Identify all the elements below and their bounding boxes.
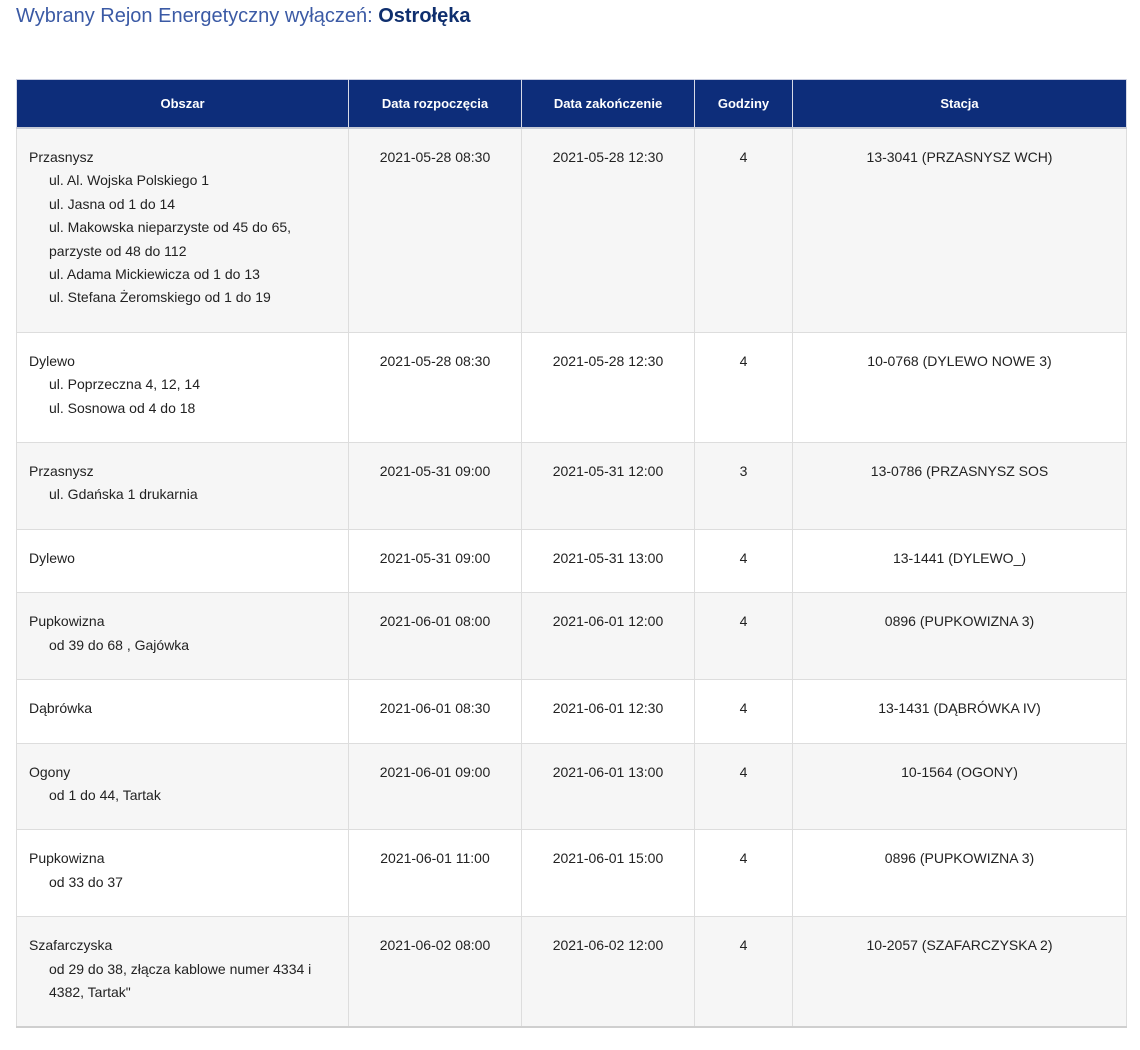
table-row: Dylewo 2021-05-31 09:00 2021-05-31 13:00 4 1… — [16, 528, 1127, 594]
column-hours-header: Godziny — [694, 79, 793, 129]
street-item: od 33 do 37 — [49, 873, 123, 890]
start-date-cell: 2021-06-01 11:00 — [348, 829, 522, 918]
street-list: od 1 do 44, Tartak — [29, 784, 336, 807]
region-label: Wybrany Rejon Energetyczny wyłączeń: — [16, 5, 373, 27]
station-cell: 0896 (PUPKOWIZNA 3) — [792, 829, 1127, 918]
column-station-header: Stacja — [792, 79, 1127, 129]
area-name: Dylewo — [29, 549, 75, 566]
street-item: ul. Al. Wojska Polskiego 1 — [49, 172, 210, 189]
area-cell: Szafarczyska od 29 do 38, złącza kablowe … — [16, 916, 349, 1029]
table-header: Obszar Data rozpoczęcia Data zakończenie Go… — [16, 79, 1127, 129]
street-item: od 29 do 38, złącza kablowe numer 4334 i… — [49, 960, 312, 1000]
end-date-cell: 2021-06-02 12:00 — [521, 916, 695, 1029]
end-date-cell: 2021-05-31 12:00 — [521, 442, 695, 530]
outage-table: Obszar Data rozpoczęcia Data zakończenie Go… — [16, 79, 1127, 1029]
start-date-cell: 2021-06-01 08:00 — [348, 592, 522, 681]
hours-cell: 4 — [694, 742, 793, 831]
street-item: ul. Poprzeczna 4, 12, 14 — [49, 376, 200, 393]
start-date-cell: 2021-05-31 09:00 — [348, 442, 522, 530]
station-cell: 13-1441 (DYLEWO_) — [792, 528, 1127, 594]
end-date-cell: 2021-06-01 13:00 — [521, 742, 695, 831]
hours-cell: 4 — [694, 528, 793, 594]
street-item: od 39 do 68 , Gajówka — [49, 636, 190, 653]
area-cell: Dylewo — [16, 528, 349, 594]
end-date-cell: 2021-06-01 12:30 — [521, 679, 695, 744]
hours-cell: 4 — [694, 679, 793, 744]
area-name: Pupkowizna — [29, 850, 105, 867]
table-row: Przasnysz ul. Gdańska 1 drukarnia 2021-05-… — [16, 442, 1127, 530]
area-cell: Dąbrówka — [16, 679, 349, 744]
page-title: Wybrany Rejon Energetyczny wyłączeń: Ost… — [16, 2, 470, 30]
area-name: Dylewo — [29, 352, 75, 369]
area-cell: Dylewo ul. Poprzeczna 4, 12, 14 ul. Sosnow… — [16, 331, 349, 444]
street-list: ul. Poprzeczna 4, 12, 14 ul. Sosnowa od 4… — [29, 373, 336, 420]
start-date-cell: 2021-05-31 09:00 — [348, 528, 522, 594]
area-name: Przasnysz — [29, 463, 94, 480]
street-item: ul. Makowska nieparzyste od 45 do 65, pa… — [49, 219, 292, 259]
table-row: Pupkowizna od 33 do 37 2021-06-01 11:00 202… — [16, 829, 1127, 918]
start-date-cell: 2021-05-28 08:30 — [348, 127, 522, 333]
area-cell: Przasnysz ul. Al. Wojska Polskiego 1 ul. J… — [16, 127, 349, 333]
area-name: Szafarczyska — [29, 937, 113, 954]
street-list: od 29 do 38, złącza kablowe numer 4334 i… — [29, 958, 336, 1005]
station-cell: 13-1431 (DĄBRÓWKA IV) — [792, 679, 1127, 744]
end-date-cell: 2021-06-01 12:00 — [521, 592, 695, 681]
hours-cell: 4 — [694, 916, 793, 1029]
street-list: ul. Al. Wojska Polskiego 1 ul. Jasna od 1… — [29, 169, 336, 309]
hours-cell: 4 — [694, 592, 793, 681]
end-date-cell: 2021-06-01 15:00 — [521, 829, 695, 918]
street-item: ul. Gdańska 1 drukarnia — [49, 486, 198, 503]
street-item: ul. Sosnowa od 4 do 18 — [49, 399, 196, 416]
street-list: od 33 do 37 — [29, 871, 336, 894]
street-item: ul. Adama Mickiewicza od 1 do 13 — [49, 266, 260, 283]
street-list: od 39 do 68 , Gajówka — [29, 634, 336, 657]
area-cell: Ogony od 1 do 44, Tartak — [16, 742, 349, 831]
end-date-cell: 2021-05-28 12:30 — [521, 127, 695, 333]
column-start-date-header: Data rozpoczęcia — [348, 79, 522, 129]
table-row: Ogony od 1 do 44, Tartak 2021-06-01 09:00 2… — [16, 742, 1127, 831]
outage-table-container: Obszar Data rozpoczęcia Data zakończenie Go… — [16, 79, 1127, 1029]
column-end-date-header: Data zakończenie — [521, 79, 695, 129]
area-cell: Pupkowizna od 33 do 37 — [16, 829, 349, 918]
column-area-header: Obszar — [16, 79, 349, 129]
area-name: Przasnysz — [29, 149, 94, 165]
start-date-cell: 2021-06-01 08:30 — [348, 679, 522, 744]
table-body: Przasnysz ul. Al. Wojska Polskiego 1 ul. J… — [16, 127, 1127, 1029]
table-row: Pupkowizna od 39 do 68 , Gajówka 2021-06-0… — [16, 592, 1127, 681]
hours-cell: 4 — [694, 829, 793, 918]
street-item: ul. Jasna od 1 do 14 — [49, 195, 176, 212]
selected-region: Ostrołęka — [378, 5, 471, 27]
station-cell: 10-1564 (OGONY) — [792, 742, 1127, 831]
hours-cell: 4 — [694, 331, 793, 444]
table-row: Szafarczyska od 29 do 38, złącza kablowe … — [16, 916, 1127, 1029]
start-date-cell: 2021-05-28 08:30 — [348, 331, 522, 444]
hours-cell: 4 — [694, 127, 793, 333]
end-date-cell: 2021-05-28 12:30 — [521, 331, 695, 444]
station-cell: 10-0768 (DYLEWO NOWE 3) — [792, 331, 1127, 444]
street-item: ul. Stefana Żeromskiego od 1 do 19 — [49, 289, 271, 306]
street-item: od 1 do 44, Tartak — [49, 786, 161, 803]
street-list: ul. Gdańska 1 drukarnia — [29, 483, 336, 506]
station-cell: 0896 (PUPKOWIZNA 3) — [792, 592, 1127, 681]
area-name: Pupkowizna — [29, 613, 105, 630]
table-row: Dylewo ul. Poprzeczna 4, 12, 14 ul. Sosnow… — [16, 331, 1127, 444]
station-cell: 13-3041 (PRZASNYSZ WCH) — [792, 127, 1127, 333]
start-date-cell: 2021-06-02 08:00 — [348, 916, 522, 1029]
area-cell: Pupkowizna od 39 do 68 , Gajówka — [16, 592, 349, 681]
area-name: Dąbrówka — [29, 700, 93, 717]
area-name: Ogony — [29, 763, 71, 780]
station-cell: 10-2057 (SZAFARCZYSKA 2) — [792, 916, 1127, 1029]
end-date-cell: 2021-05-31 13:00 — [521, 528, 695, 594]
area-cell: Przasnysz ul. Gdańska 1 drukarnia — [16, 442, 349, 530]
table-row: Przasnysz ul. Al. Wojska Polskiego 1 ul. J… — [16, 127, 1127, 333]
station-cell: 13-0786 (PRZASNYSZ SOS — [792, 442, 1127, 530]
header-row: Obszar Data rozpoczęcia Data zakończenie Go… — [16, 79, 1127, 129]
start-date-cell: 2021-06-01 09:00 — [348, 742, 522, 831]
table-row: Dąbrówka 2021-06-01 08:30 2021-06-01 12:30… — [16, 679, 1127, 744]
hours-cell: 3 — [694, 442, 793, 530]
